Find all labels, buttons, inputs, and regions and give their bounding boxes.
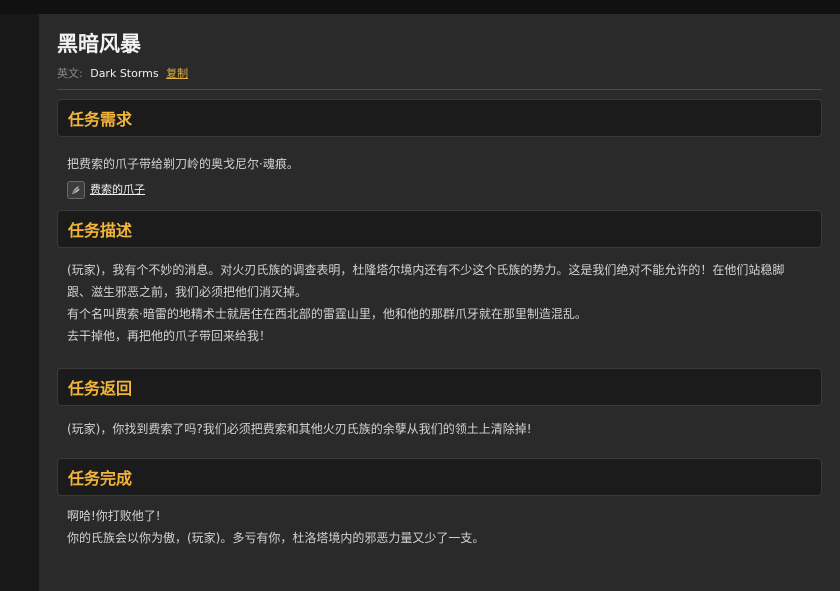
english-name: Dark Storms <box>90 67 159 80</box>
section-body-description: (玩家)，我有个不妙的消息。对火刃氏族的调查表明，杜隆塔尔境内还有不少这个氏族的… <box>57 248 822 368</box>
top-bar <box>0 0 840 14</box>
section-header-requirement: 任务需求 <box>57 99 822 137</box>
section-title-requirement: 任务需求 <box>68 110 133 129</box>
quest-panel: 黑暗风暴 英文: Dark Storms 复制 任务需求 把费索的爪子带给剃刀岭… <box>39 14 840 591</box>
english-label: 英文: <box>57 67 83 80</box>
section-header-complete: 任务完成 <box>57 458 822 496</box>
description-line-4: 去干掉他，再把他的爪子带回来给我！ <box>67 329 272 343</box>
section-title-description: 任务描述 <box>68 221 133 240</box>
claw-item-icon <box>67 181 85 199</box>
section-title-return: 任务返回 <box>68 379 133 398</box>
section-title-complete: 任务完成 <box>68 469 133 488</box>
section-body-complete: 啊哈!你打败他了! 你的氏族会以你为傲，(玩家)。多亏有你，杜洛塔境内的邪恶力量… <box>57 496 822 549</box>
description-line-3: 有个名叫费索·暗雷的地精术士就居住在西北部的雷霆山里，他和他的那群爪牙就在那里制… <box>67 307 587 321</box>
item-link[interactable]: 费索的爪子 <box>90 179 145 201</box>
requirement-text: 把费索的爪子带给剃刀岭的奥戈尼尔·魂痕。 <box>67 157 299 171</box>
section-body-requirement: 把费索的爪子带给剃刀岭的奥戈尼尔·魂痕。 费索的爪子 <box>57 137 822 210</box>
quest-item[interactable]: 费索的爪子 <box>67 179 812 201</box>
description-line-2: 跟、滋生邪恶之前，我们必须把他们消灭掉。 <box>67 285 308 299</box>
quest-title: 黑暗风暴 <box>57 32 141 56</box>
return-text: (玩家)，你找到费索了吗?我们必须把费索和其他火刃氏族的余孽从我们的领土上清除掉… <box>67 422 532 436</box>
title-divider <box>57 89 822 90</box>
copy-link[interactable]: 复制 <box>166 67 188 80</box>
section-header-description: 任务描述 <box>57 210 822 248</box>
section-body-return: (玩家)，你找到费索了吗?我们必须把费索和其他火刃氏族的余孽从我们的领土上清除掉… <box>57 406 822 458</box>
section-header-return: 任务返回 <box>57 368 822 406</box>
description-line-1: (玩家)，我有个不妙的消息。对火刃氏族的调查表明，杜隆塔尔境内还有不少这个氏族的… <box>67 263 785 277</box>
complete-line-2: 你的氏族会以你为傲，(玩家)。多亏有你，杜洛塔境内的邪恶力量又少了一支。 <box>67 531 485 545</box>
complete-line-1: 啊哈!你打败他了! <box>67 509 161 523</box>
english-name-row: 英文: Dark Storms 复制 <box>57 64 822 84</box>
